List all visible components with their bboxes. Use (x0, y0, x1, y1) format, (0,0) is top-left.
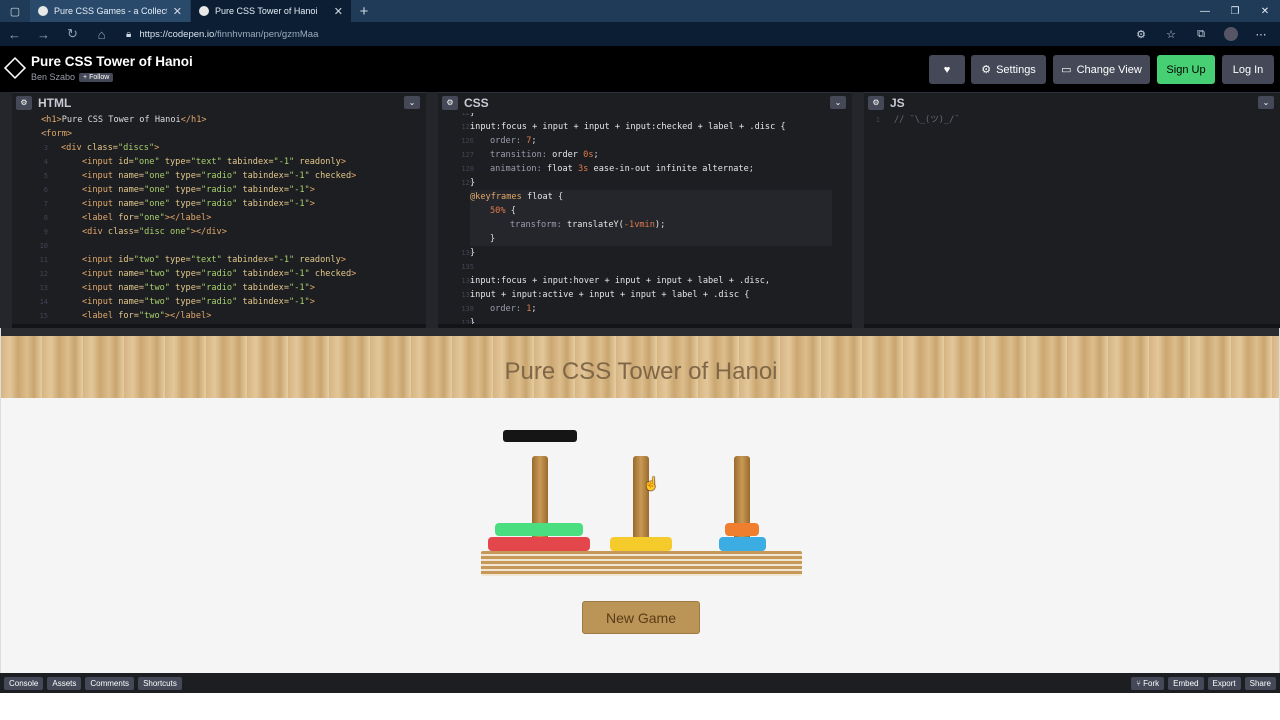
css-editor-header: ⚙ CSS ⌄ (438, 92, 852, 112)
fork-label: Fork (1143, 678, 1160, 688)
export-button[interactable]: Export (1207, 676, 1241, 690)
reload-icon[interactable]: ↻ (58, 26, 87, 42)
hand-cursor-icon: ☝ (643, 476, 660, 491)
disc-yellow[interactable] (610, 537, 672, 551)
close-tab-icon[interactable]: ✕ (173, 5, 182, 18)
browser-tab-hanoi[interactable]: Pure CSS Tower of Hanoi ✕ (191, 0, 351, 22)
chevron-down-icon[interactable]: ⌄ (830, 96, 846, 109)
resize-handle[interactable] (426, 92, 438, 328)
html-editor-title: HTML (38, 95, 72, 110)
editors-area: ⚙ HTML ⌄ 1 <h1>Pure CSS Tower of Hanoi</h… (0, 92, 1280, 328)
browser-toolbar: ⚙ ☆ ⧉ ⋯ (1126, 22, 1276, 46)
change-view-label: Change View (1076, 63, 1142, 76)
tab-actions-icon[interactable]: ▢ (0, 0, 30, 22)
home-icon[interactable]: ⌂ (87, 27, 116, 42)
tower-base (481, 551, 802, 576)
js-editor-panel: ⚙ JS ⌄ 1// ¯\_(ツ)_/¯ (864, 92, 1280, 324)
gear-icon: ⚙ (981, 64, 992, 76)
html-editor-panel: ⚙ HTML ⌄ 1 <h1>Pure CSS Tower of Hanoi</h… (12, 92, 426, 324)
codepen-logo-icon[interactable] (3, 56, 27, 80)
maximize-icon[interactable]: ❐ (1220, 0, 1250, 22)
disc-red[interactable] (488, 537, 590, 551)
resize-handle[interactable] (0, 92, 12, 328)
pen-title: Pure CSS Tower of Hanoi (31, 54, 193, 69)
more-icon[interactable]: ⋯ (1246, 28, 1276, 41)
heart-button[interactable]: ♥ (929, 55, 965, 84)
url-path: /finnhvman/pen/gzmMaa (214, 28, 319, 40)
comments-button[interactable]: Comments (85, 676, 135, 690)
browser-tab-games[interactable]: Pure CSS Games - a Collection b ✕ (30, 0, 190, 22)
preview-pane: Pure CSS Tower of Hanoi ☝ New Game (0, 328, 1280, 673)
disc-green[interactable] (495, 523, 583, 536)
console-button[interactable]: Console (4, 676, 44, 690)
tab-title: Pure CSS Tower of Hanoi (215, 6, 318, 16)
close-tab-icon[interactable]: ✕ (334, 5, 343, 18)
url-host: https://codepen.io (139, 28, 215, 40)
browser-tab-bar: ▢ Pure CSS Games - a Collection b ✕ Pure… (0, 0, 1280, 22)
js-editor-header: ⚙ JS ⌄ (864, 92, 1280, 112)
shortcuts-button[interactable]: Shortcuts (138, 676, 182, 690)
html-code[interactable]: 1 <h1>Pure CSS Tower of Hanoi</h1> 2 <form… (12, 113, 426, 324)
css-code[interactable]: 124} 125 input:focus + input + input + in… (438, 113, 852, 324)
chevron-down-icon[interactable]: ⌄ (404, 96, 420, 109)
minimize-icon[interactable]: — (1190, 0, 1220, 22)
css-editor-panel: ⚙ CSS ⌄ 124} 125 input:focus + input + in… (438, 92, 852, 324)
favorites-icon[interactable]: ☆ (1156, 28, 1186, 41)
fork-button[interactable]: ⑂ Fork (1131, 676, 1165, 690)
address-bar: ← → ↻ ⌂ 🔒︎ https://codepen.io/finnhvman/… (0, 22, 1280, 46)
settings-button[interactable]: ⚙ Settings (971, 55, 1046, 84)
window-close-icon[interactable]: ✕ (1250, 0, 1280, 22)
lock-icon: 🔒︎ (126, 28, 132, 40)
js-editor-title: JS (890, 95, 905, 110)
html-settings-icon[interactable]: ⚙ (16, 95, 32, 110)
js-settings-icon[interactable]: ⚙ (868, 95, 884, 110)
codepen-header: Pure CSS Tower of Hanoi Ben Szabo + Foll… (0, 46, 1280, 92)
css-editor-title: CSS (464, 95, 489, 110)
footer-actions: ⑂ Fork Embed Export Share (1127, 673, 1276, 693)
codepen-favicon-icon (38, 6, 48, 16)
disc-blue[interactable] (719, 537, 766, 551)
new-game-button[interactable]: New Game (582, 601, 700, 634)
preview-resize-bar[interactable] (1, 328, 1279, 336)
css-settings-icon[interactable]: ⚙ (442, 95, 458, 110)
share-button[interactable]: Share (1244, 676, 1276, 690)
url-field[interactable]: https://codepen.io/finnhvman/pen/gzmMaa (139, 29, 318, 40)
chevron-down-icon[interactable]: ⌄ (1258, 96, 1274, 109)
embed-button[interactable]: Embed (1168, 676, 1204, 690)
sign-up-button[interactable]: Sign Up (1157, 55, 1215, 84)
resize-handle[interactable] (852, 92, 864, 328)
js-code-line: // ¯\_(ツ)_/¯ (894, 115, 960, 125)
disc-orange[interactable] (725, 523, 759, 536)
html-editor-header: ⚙ HTML ⌄ (12, 92, 426, 112)
title-banner: Pure CSS Tower of Hanoi (1, 336, 1279, 398)
profile-avatar[interactable] (1224, 27, 1238, 41)
follow-button[interactable]: + Follow (79, 72, 114, 82)
js-code[interactable]: 1// ¯\_(ツ)_/¯ (864, 113, 1280, 324)
author-name[interactable]: Ben Szabo (31, 72, 75, 82)
log-in-button[interactable]: Log In (1222, 55, 1274, 84)
tab-title: Pure CSS Games - a Collection b (54, 6, 167, 16)
pen-author-row: Ben Szabo + Follow (31, 72, 114, 82)
page-bottom-area (0, 693, 1280, 720)
window-controls: — ❐ ✕ (1190, 0, 1280, 22)
settings-label: Settings (996, 63, 1036, 76)
assets-button[interactable]: Assets (47, 676, 82, 690)
change-view-button[interactable]: ▭ Change View (1053, 55, 1150, 84)
floating-disc-black[interactable] (503, 430, 577, 442)
codepen-favicon-icon (199, 6, 209, 16)
layout-icon: ▭ (1061, 64, 1072, 76)
preview-heading: Pure CSS Tower of Hanoi (504, 358, 778, 385)
forward-icon[interactable]: → (29, 27, 58, 42)
codepen-footer: Console Assets Comments Shortcuts ⑂ Fork… (0, 673, 1280, 693)
heart-icon: ♥ (943, 63, 951, 76)
collections-icon[interactable]: ⧉ (1186, 28, 1216, 41)
back-icon[interactable]: ← (0, 27, 29, 42)
tracking-icon[interactable]: ⚙ (1126, 28, 1156, 41)
new-tab-button[interactable]: + (351, 0, 377, 22)
